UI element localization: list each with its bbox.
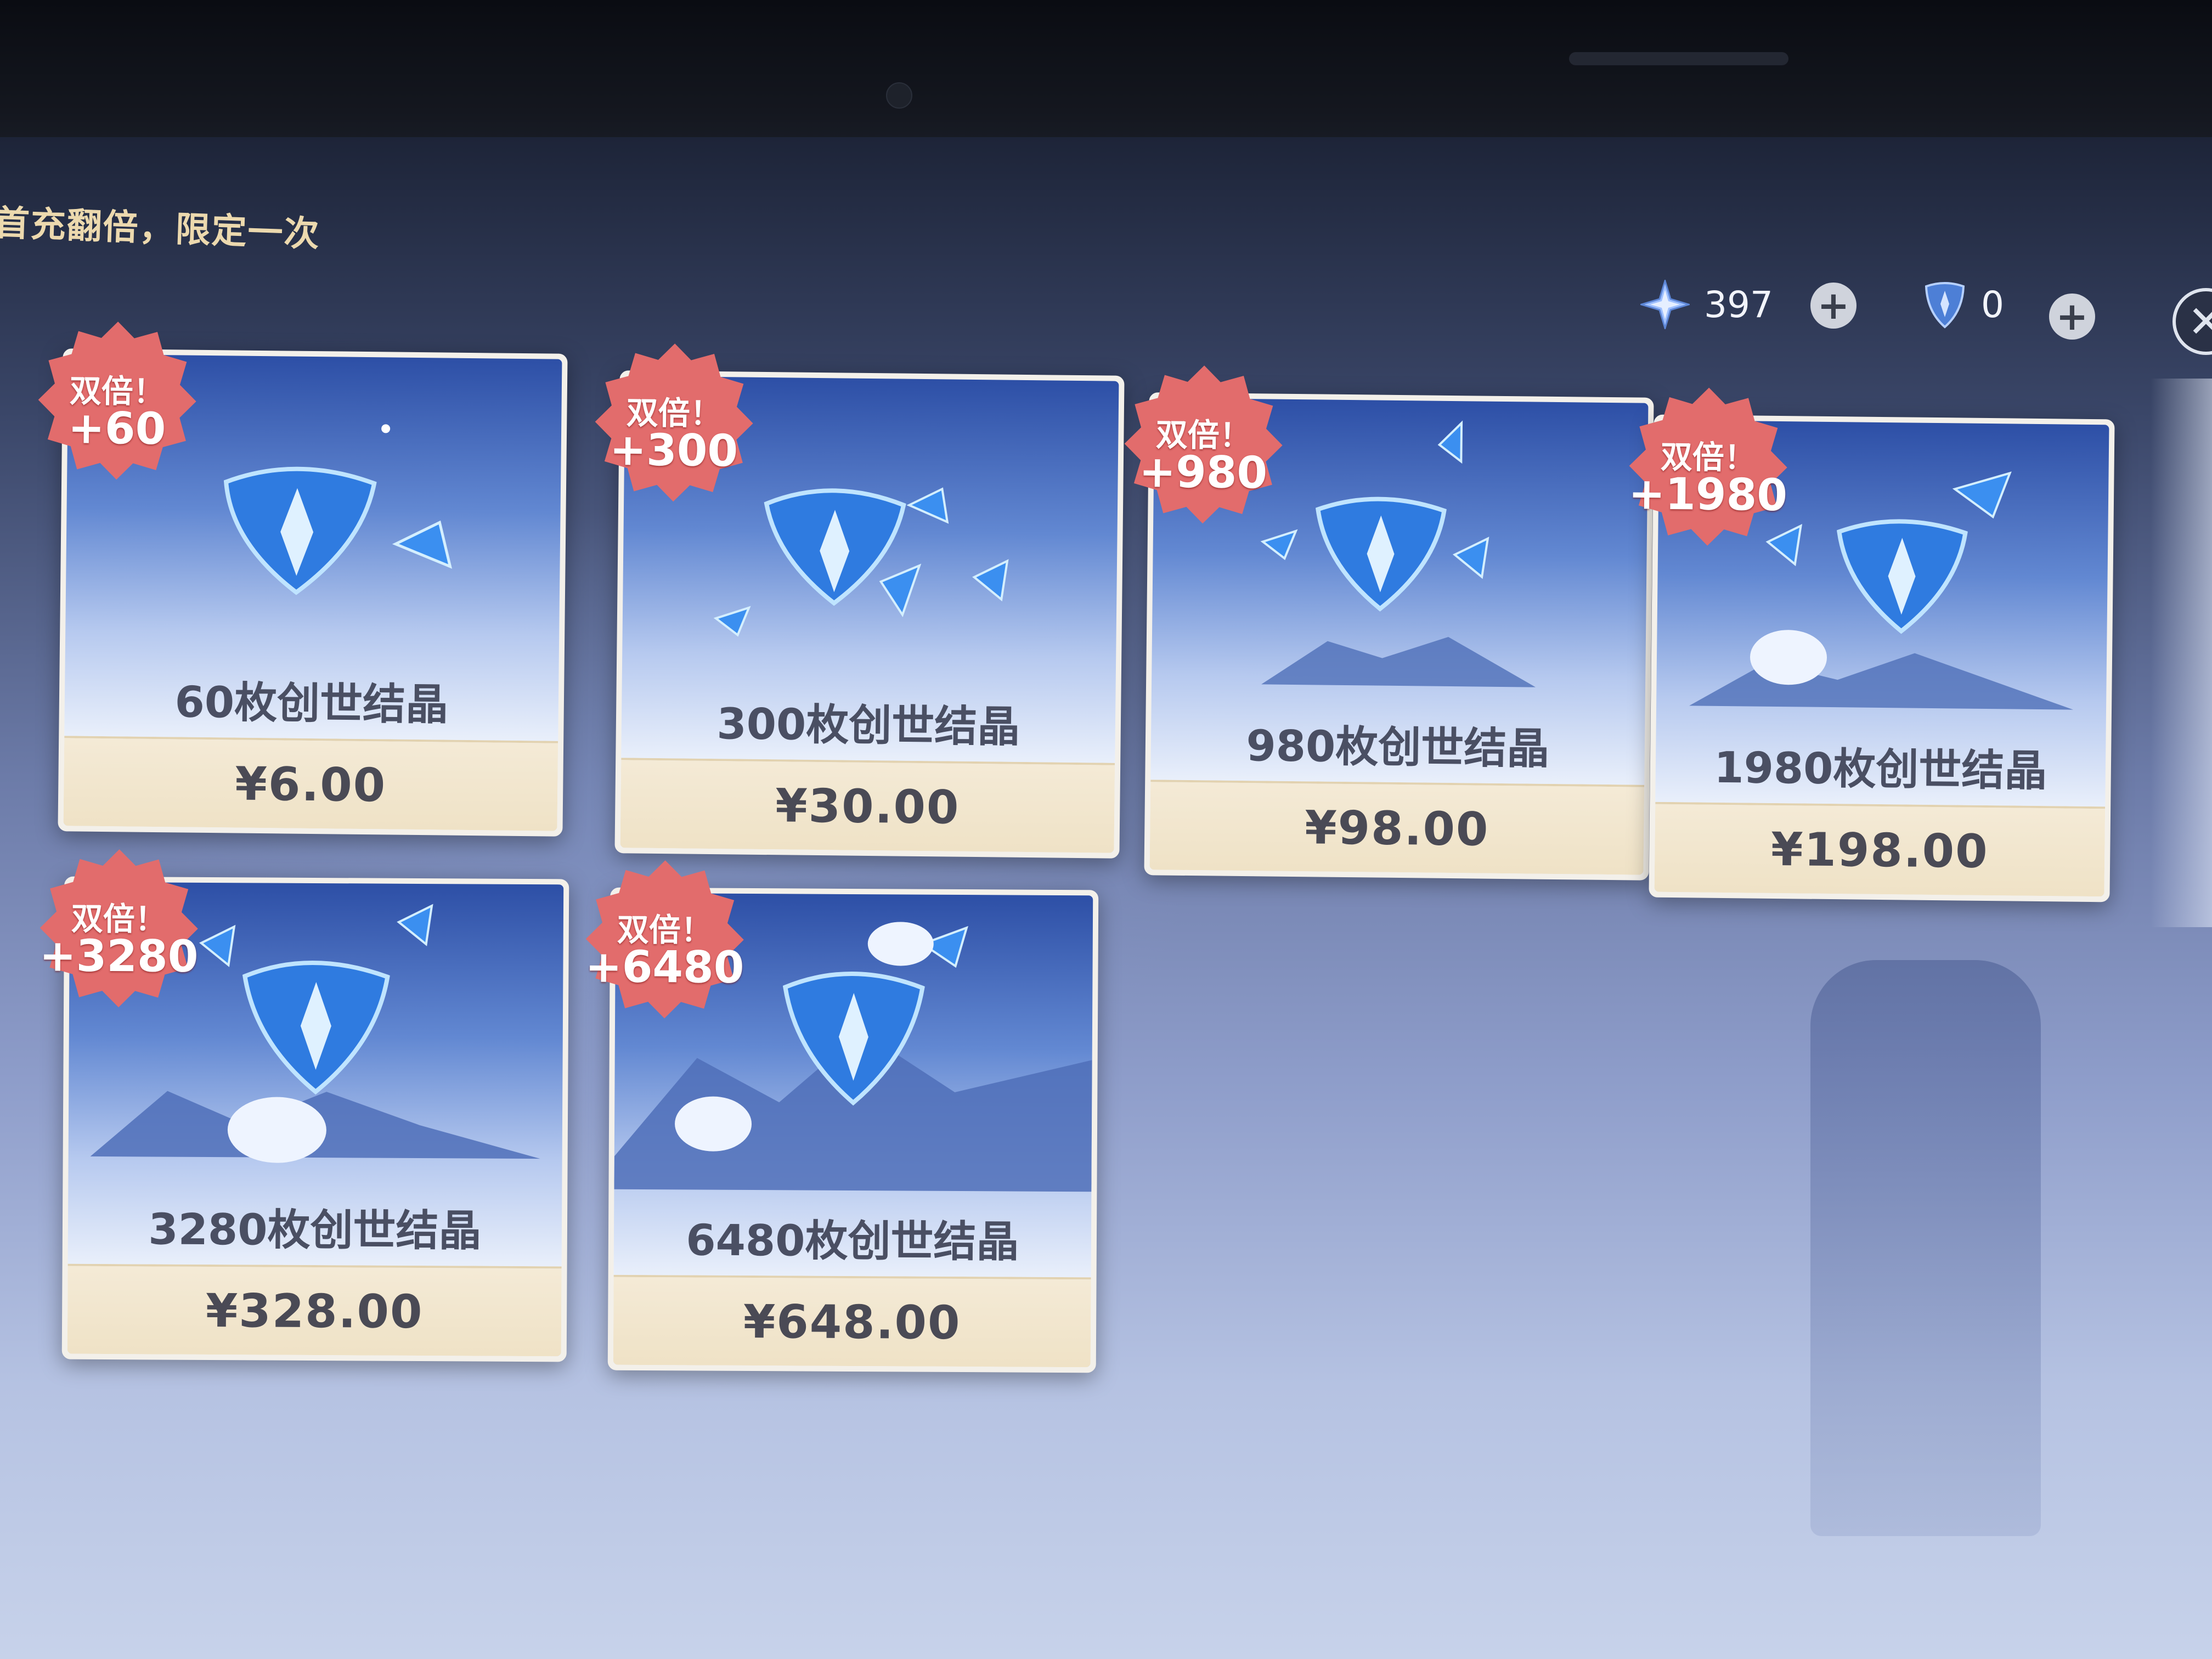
primogem-icon — [1640, 280, 1690, 329]
product-price: ¥328.00 — [205, 1283, 424, 1339]
badge-amount: +60 — [67, 402, 166, 455]
window-edge — [2151, 379, 2212, 927]
double-bonus-badge: 双倍！ +1980 — [1620, 376, 1797, 553]
product-card[interactable]: 3280枚创世结晶 ¥328.00 双倍！ +3280 — [39, 849, 569, 1362]
product-name: 300枚创世结晶 — [716, 699, 1020, 752]
genesis-crystal-amount: 0 — [1981, 283, 2004, 326]
product-card[interactable]: 1980枚创世结晶 ¥198.00 双倍！ +1980 — [1628, 387, 2115, 902]
product-name: 1980枚创世结晶 — [1713, 743, 2047, 797]
price-bar: ¥328.00 — [67, 1263, 562, 1357]
badge-amount: +1980 — [1628, 468, 1788, 521]
webcam — [886, 82, 912, 109]
price-bar: ¥648.00 — [613, 1274, 1091, 1368]
double-bonus-badge: 双倍！ +3280 — [31, 838, 207, 1014]
price-bar: ¥6.00 — [63, 736, 558, 831]
product-name: 60枚创世结晶 — [174, 678, 449, 730]
price-bar: ¥30.00 — [620, 758, 1115, 853]
monitor-bezel — [0, 0, 2212, 159]
screen-reflection — [1810, 960, 2041, 1536]
product-name: 3280枚创世结晶 — [148, 1205, 482, 1256]
genesis-crystal-icon — [1925, 282, 1965, 329]
double-bonus-badge: 双倍！ +60 — [29, 310, 206, 487]
price-bar: ¥198.00 — [1654, 802, 2106, 897]
product-price: ¥98.00 — [1304, 800, 1489, 856]
product-price: ¥30.00 — [775, 778, 960, 834]
product-card[interactable]: 60枚创世结晶 ¥6.00 双倍！ +60 — [38, 321, 568, 837]
primogem-counter: 397 — [1640, 274, 1773, 335]
price-bar: ¥98.00 — [1149, 780, 1645, 875]
badge-amount: +3280 — [39, 930, 199, 982]
product-price: ¥648.00 — [743, 1294, 961, 1350]
product-name: 6480枚创世结晶 — [686, 1216, 1019, 1267]
product-card[interactable]: 980枚创世结晶 ¥98.00 双倍！ +980 — [1124, 365, 1654, 881]
badge-amount: +980 — [1138, 446, 1268, 499]
double-bonus-badge: 双倍！ +300 — [585, 332, 763, 509]
double-bonus-badge: 双倍！ +980 — [1115, 354, 1292, 531]
add-genesis-crystal-button[interactable]: + — [2049, 294, 2095, 340]
add-primogem-button[interactable]: + — [1810, 283, 1857, 329]
badge-amount: +6480 — [585, 941, 744, 993]
bezel-slot — [1569, 52, 1788, 65]
product-price: ¥6.00 — [234, 757, 387, 812]
genesis-crystal-counter: 0 — [1923, 274, 2004, 335]
product-card[interactable]: 300枚创世结晶 ¥30.00 双倍！ +300 — [595, 343, 1125, 859]
double-bonus-badge: 双倍！ +6480 — [577, 849, 753, 1025]
badge-amount: +300 — [609, 424, 738, 477]
product-card[interactable]: 6480枚创世结晶 ¥648.00 双倍！ +6480 — [585, 860, 1099, 1373]
product-name: 980枚创世结晶 — [1245, 721, 1550, 774]
primogem-amount: 397 — [1704, 283, 1773, 326]
product-price: ¥198.00 — [1770, 822, 1989, 879]
